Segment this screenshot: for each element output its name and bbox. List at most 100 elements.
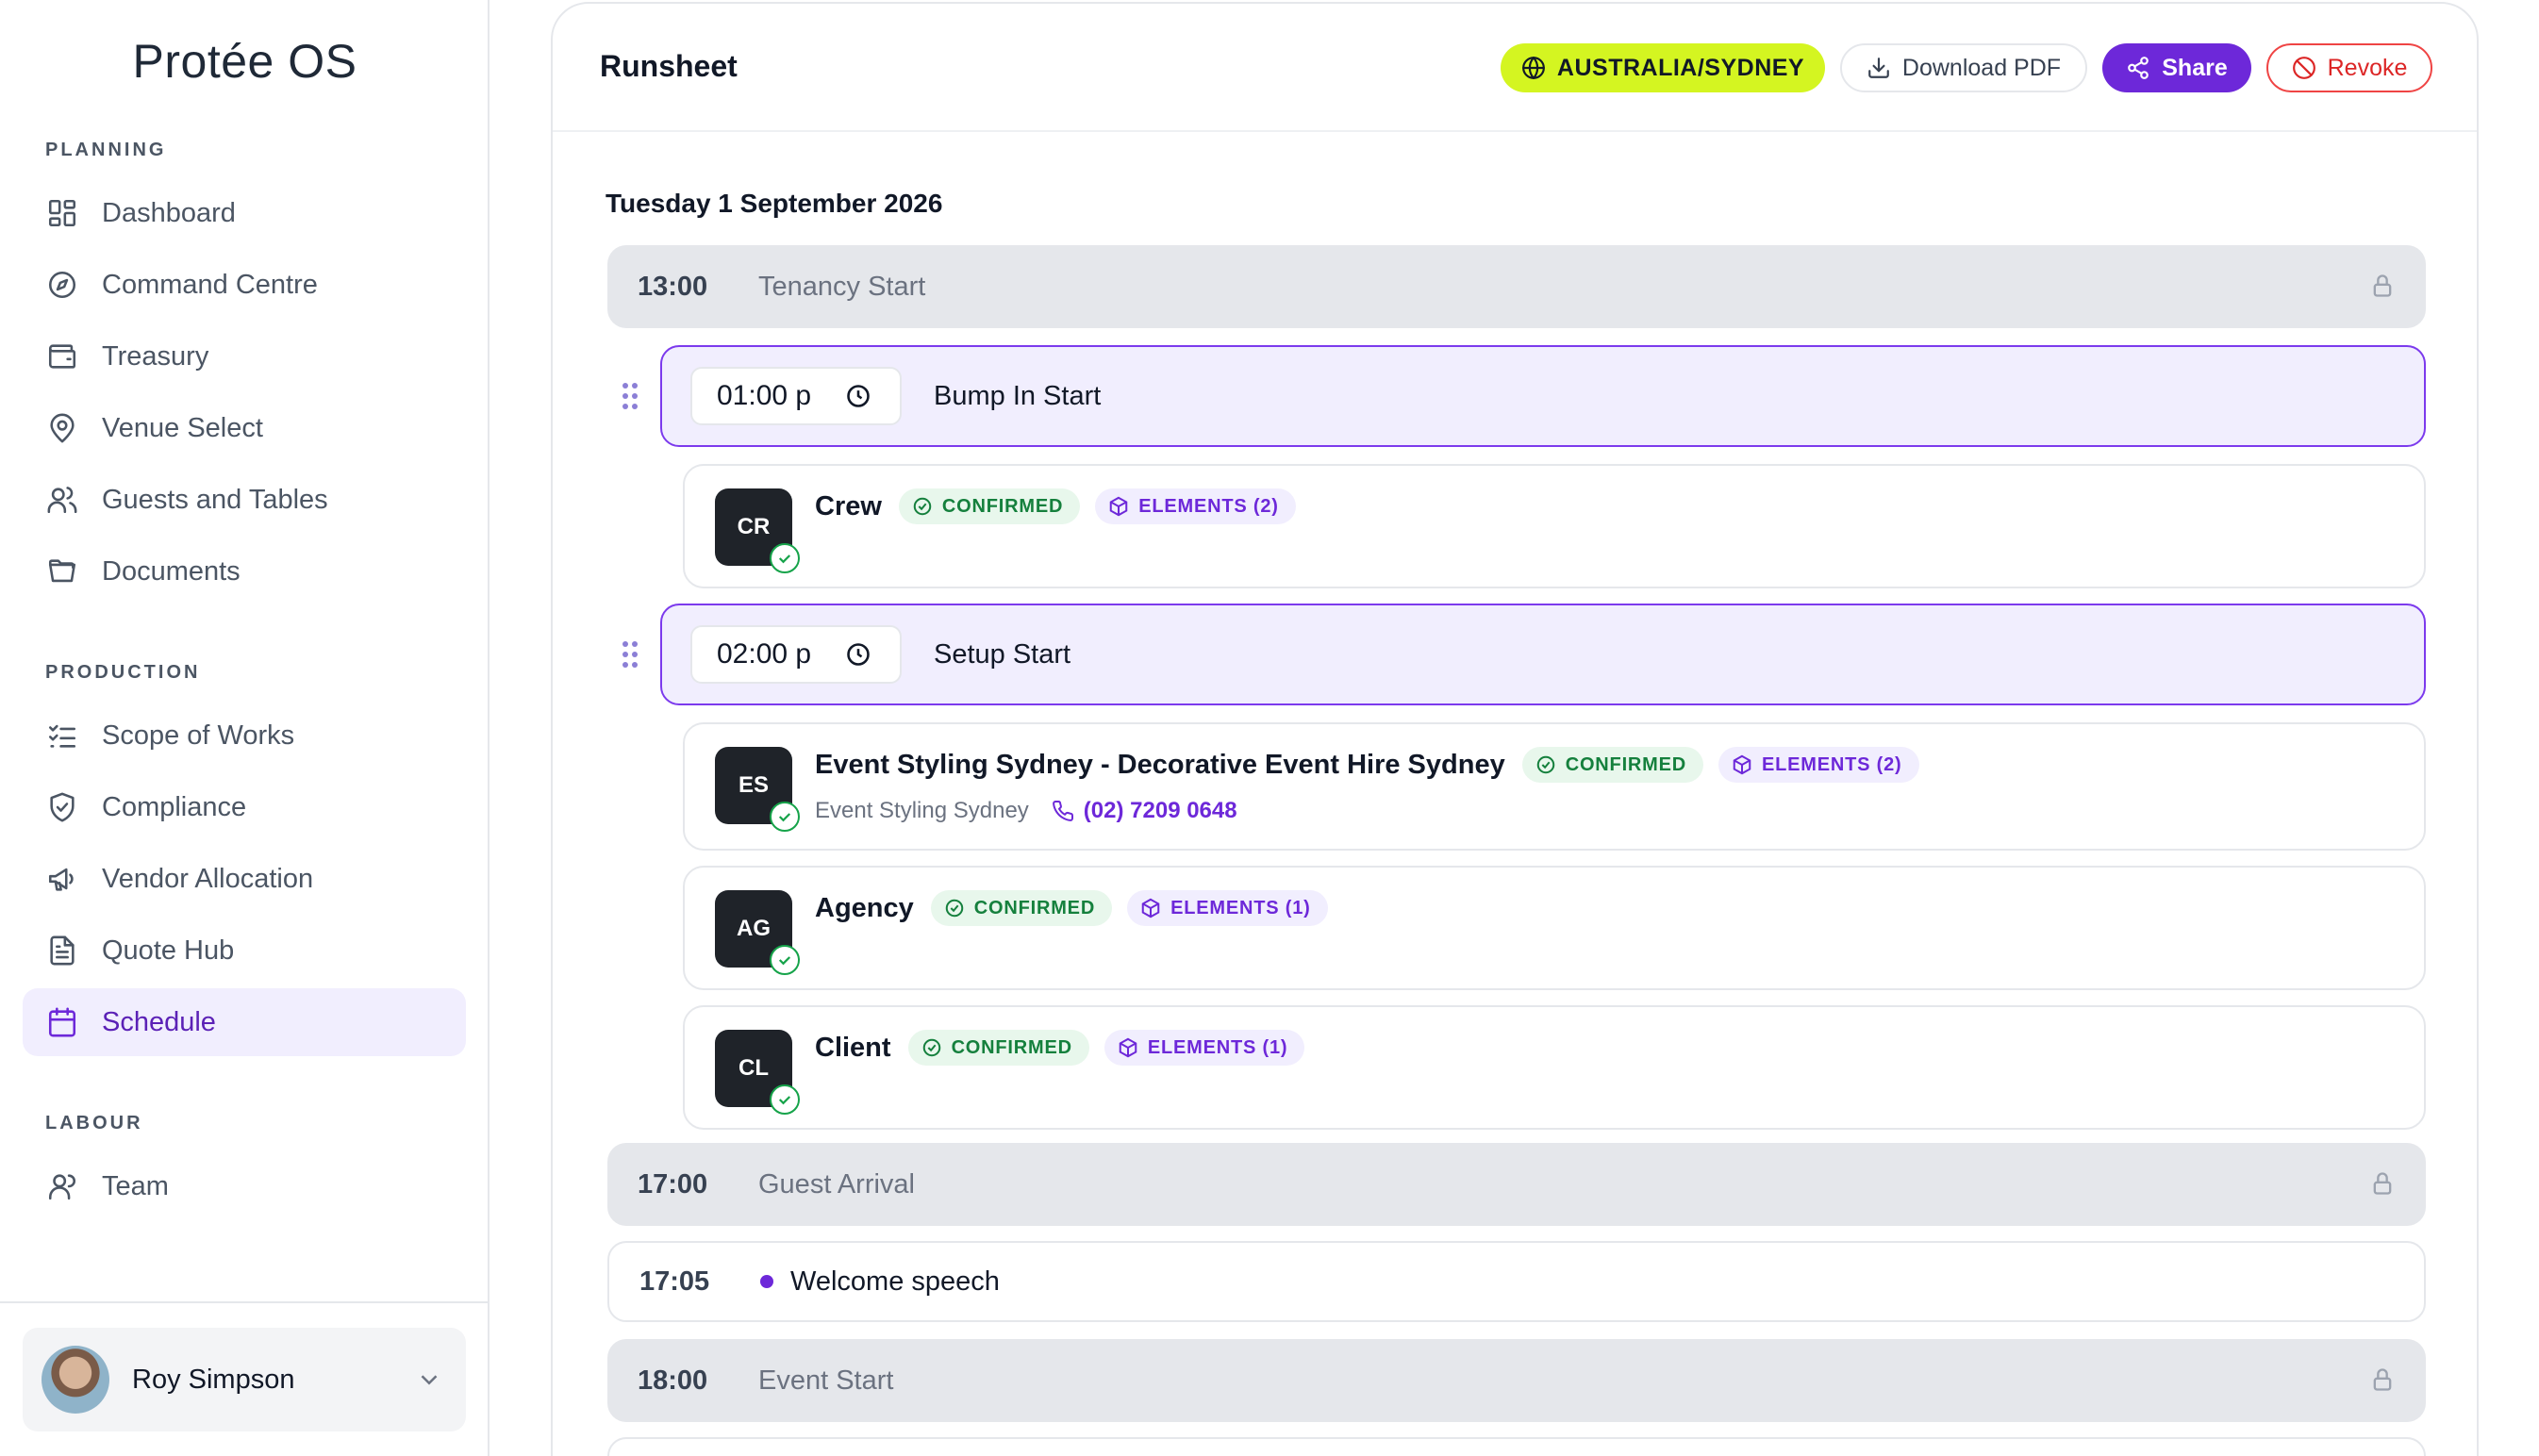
section-title-labour: LABOUR	[45, 1113, 143, 1133]
row-label: Bump In Start	[934, 380, 1102, 411]
sidebar-item-compliance[interactable]: Compliance	[23, 773, 466, 841]
package-icon	[1733, 754, 1751, 775]
sidebar-item-label: Venue Select	[102, 412, 263, 443]
check-circle-icon	[922, 1038, 940, 1057]
wallet-icon	[43, 338, 81, 375]
time-value: 01:00 p	[717, 380, 812, 411]
time-input[interactable]: 01:00 p	[690, 367, 902, 425]
check-circle-icon	[770, 802, 800, 832]
share-icon	[2128, 57, 2149, 79]
row-label: Setup Start	[934, 638, 1071, 670]
schedule-event-row[interactable]: 17:05 Welcome speech	[607, 1241, 2426, 1322]
folder-icon	[43, 553, 81, 590]
drag-handle-icon[interactable]	[622, 641, 641, 670]
sidebar-item-guests-and-tables[interactable]: Guests and Tables	[23, 466, 466, 534]
sidebar-item-vendor-allocation[interactable]: Vendor Allocation	[23, 845, 466, 913]
sidebar-item-venue-select[interactable]: Venue Select	[23, 394, 466, 462]
fixed-schedule-row: 13:00 Tenancy Start	[607, 245, 2426, 328]
package-icon	[1109, 496, 1128, 517]
dashboard-icon	[43, 194, 81, 232]
vendor-card-event-styling[interactable]: ES Event Styling Sydney - Decorative Eve…	[683, 722, 2426, 851]
avatar	[41, 1346, 109, 1414]
row-label: Tenancy Start	[758, 271, 926, 302]
download-pdf-label: Download PDF	[1901, 54, 2062, 81]
elements-badge[interactable]: ELEMENTS (1)	[1127, 890, 1328, 926]
user-icon	[43, 1167, 81, 1205]
time-input[interactable]: 02:00 p	[690, 625, 902, 684]
row-time: 13:00	[638, 271, 708, 302]
lock-icon	[2369, 1366, 2398, 1395]
vendor-name: Event Styling Sydney - Decorative Event …	[815, 749, 1505, 780]
editable-schedule-row[interactable]: 01:00 p Bump In Start	[660, 345, 2426, 447]
sidebar-item-team[interactable]: Team	[23, 1152, 466, 1220]
vendor-line: Event Styling Sydney - Decorative Event …	[815, 747, 1934, 783]
schedule-event-row[interactable]	[607, 1437, 2426, 1456]
check-circle-icon	[1536, 755, 1554, 774]
sidebar-item-scope-of-works[interactable]: Scope of Works	[23, 702, 466, 769]
timezone-button[interactable]: AUSTRALIA/SYDNEY	[1501, 43, 1825, 92]
fixed-schedule-row: 18:00 Event Start	[607, 1339, 2426, 1422]
globe-icon	[1521, 57, 1545, 79]
sidebar-item-label: Treasury	[102, 340, 209, 372]
chevron-down-icon	[415, 1365, 443, 1394]
vendor-card-crew[interactable]: CR Crew CONFIRMED ELEMENTS (2)	[683, 464, 2426, 588]
editable-schedule-row[interactable]: 02:00 p Setup Start	[660, 604, 2426, 705]
user-name: Roy Simpson	[132, 1364, 295, 1395]
vendor-card-agency[interactable]: AG Agency CONFIRMED ELEMENTS (1)	[683, 866, 2426, 990]
drag-handle-icon[interactable]	[622, 383, 641, 411]
elements-badge[interactable]: ELEMENTS (1)	[1104, 1030, 1305, 1066]
sidebar-item-label: Guests and Tables	[102, 484, 328, 515]
download-pdf-button[interactable]: Download PDF	[1840, 43, 2087, 92]
megaphone-icon	[43, 860, 81, 898]
sidebar-item-treasury[interactable]: Treasury	[23, 323, 466, 390]
vendor-card-client[interactable]: CL Client CONFIRMED ELEMENTS (1)	[683, 1005, 2426, 1130]
vendor-company: Event Styling Sydney	[815, 798, 1029, 823]
sidebar-item-label: Vendor Allocation	[102, 863, 314, 894]
vendor-name: Client	[815, 1032, 891, 1063]
status-badge: CONFIRMED	[898, 488, 1081, 524]
check-circle-icon	[945, 899, 964, 918]
sidebar-item-label: Schedule	[102, 1006, 216, 1037]
compass-icon	[43, 266, 81, 304]
clock-icon	[847, 385, 870, 407]
user-menu[interactable]: Roy Simpson	[23, 1328, 466, 1431]
vendor-name: Crew	[815, 490, 882, 521]
phone-icon	[1052, 800, 1073, 821]
file-text-icon	[43, 932, 81, 969]
users-icon	[43, 481, 81, 519]
sidebar-item-quote-hub[interactable]: Quote Hub	[23, 917, 466, 984]
elements-badge[interactable]: ELEMENTS (2)	[1718, 747, 1919, 783]
map-pin-icon	[43, 409, 81, 447]
sidebar-item-dashboard[interactable]: Dashboard	[23, 179, 466, 247]
ban-icon	[2292, 57, 2315, 79]
shield-check-icon	[43, 788, 81, 826]
sidebar: Protée OS PLANNING Dashboard Command Cen…	[0, 0, 490, 1456]
sidebar-item-command-centre[interactable]: Command Centre	[23, 251, 466, 319]
vendor-phone-link[interactable]: (02) 7209 0648	[1052, 798, 1237, 824]
section-title-planning: PLANNING	[45, 140, 167, 160]
sidebar-item-label: Dashboard	[102, 197, 236, 228]
revoke-button[interactable]: Revoke	[2266, 43, 2432, 92]
status-badge: CONFIRMED	[1521, 747, 1704, 783]
sidebar-item-documents[interactable]: Documents	[23, 538, 466, 605]
sidebar-divider	[0, 1301, 490, 1303]
vendor-line: Client CONFIRMED ELEMENTS (1)	[815, 1030, 1319, 1066]
share-button[interactable]: Share	[2102, 43, 2251, 92]
vendor-name: Agency	[815, 892, 914, 923]
row-label: Guest Arrival	[758, 1168, 915, 1200]
list-check-icon	[43, 717, 81, 754]
status-badge: CONFIRMED	[930, 890, 1113, 926]
brand-logo: Protée OS	[132, 35, 357, 88]
package-icon	[1141, 898, 1160, 918]
sidebar-item-schedule[interactable]: Schedule	[23, 988, 466, 1056]
row-label: Event Start	[758, 1365, 894, 1396]
clock-icon	[847, 643, 870, 666]
elements-badge[interactable]: ELEMENTS (2)	[1095, 488, 1296, 524]
share-label: Share	[2162, 54, 2228, 81]
row-label: Welcome speech	[790, 1266, 1000, 1297]
sidebar-item-label: Compliance	[102, 791, 247, 822]
check-circle-icon	[770, 1084, 800, 1115]
time-value: 02:00 p	[717, 638, 812, 670]
fixed-schedule-row: 17:00 Guest Arrival	[607, 1143, 2426, 1226]
package-icon	[1119, 1037, 1137, 1058]
